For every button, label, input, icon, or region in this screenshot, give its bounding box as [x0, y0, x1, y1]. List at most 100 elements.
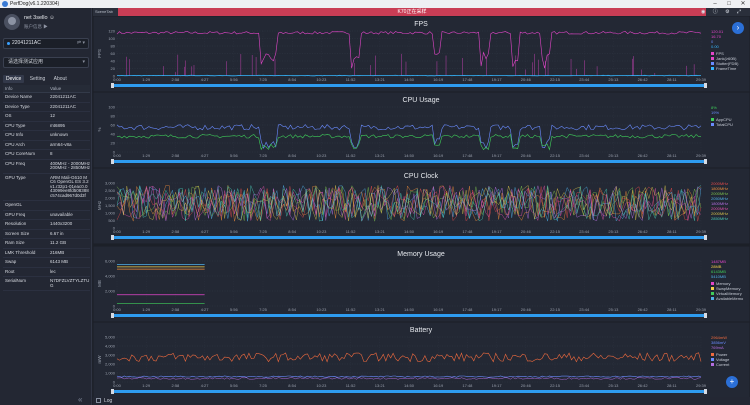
- add-marker-button[interactable]: +: [726, 376, 738, 388]
- y-tick-label: 2,500: [105, 188, 116, 193]
- info-key: Device Type: [5, 103, 30, 109]
- time-range-slider[interactable]: [113, 390, 705, 393]
- range-handle-left[interactable]: [111, 389, 114, 394]
- range-handle-left[interactable]: [111, 313, 114, 318]
- bottom-bar: Log: [93, 397, 750, 405]
- x-tick-label: 16:19: [433, 77, 444, 82]
- x-tick-label: 23:44: [579, 153, 590, 158]
- tab-device[interactable]: Device: [3, 75, 25, 83]
- info-value: 6143 MB: [50, 259, 69, 264]
- x-tick-label: 17:48: [462, 229, 473, 234]
- collapse-sidebar-icon[interactable]: «: [78, 395, 82, 404]
- log-checkbox[interactable]: [96, 398, 101, 403]
- close-button[interactable]: ✕: [736, 0, 750, 8]
- y-tick-label: 4,000: [105, 344, 116, 349]
- maximize-button[interactable]: □: [722, 0, 736, 8]
- info-header-key: Info: [5, 86, 13, 91]
- window-titlebar: PerfDog(v6.1.220304) – □ ✕: [0, 0, 750, 8]
- info-key: OpenGL: [5, 202, 23, 207]
- scene-tab[interactable]: SceneTab: [95, 8, 113, 16]
- y-tick-label: 6,000: [105, 259, 116, 264]
- x-tick-label: 28:11: [667, 153, 677, 158]
- range-handle-left[interactable]: [111, 83, 114, 88]
- info-row: Device Name 22041211AC: [3, 93, 90, 103]
- y-tick-label: 120: [108, 29, 115, 34]
- app-select[interactable]: 请选择测试应用 ▾: [3, 57, 89, 68]
- y-axis-label: %: [97, 127, 102, 131]
- window-title: PerfDog(v6.1.220304): [10, 1, 60, 7]
- time-range-slider[interactable]: [113, 314, 705, 317]
- info-value: 11.2 GB: [50, 240, 67, 245]
- time-range-slider[interactable]: [113, 84, 705, 87]
- x-tick-label: 0:00: [113, 383, 122, 388]
- legend-swatch: [711, 118, 714, 121]
- legend-label[interactable]: FrameTime: [716, 66, 737, 71]
- x-tick-label: 23:44: [579, 77, 590, 82]
- legend-swatch: [711, 123, 714, 126]
- legend-label[interactable]: AvailableMemo: [716, 296, 744, 301]
- info-value: 22041211AC: [50, 94, 76, 99]
- range-handle-right[interactable]: [704, 235, 707, 240]
- y-tick-label: 2,000: [105, 362, 116, 367]
- x-tick-label: 11:52: [346, 153, 356, 158]
- legend-label[interactable]: TotalCPU: [716, 122, 733, 127]
- x-tick-label: 20:46: [521, 229, 532, 234]
- info-key: Resolution: [5, 221, 27, 226]
- info-value: ARM Mali-G610 MC6 OpenGL ES 3.2 v1.r32p1…: [50, 174, 89, 198]
- x-tick-label: 10:23: [316, 153, 327, 158]
- x-tick-label: 17:48: [462, 153, 473, 158]
- toolbar-icons[interactable]: ◉ ⓘ ⚙ ⤢: [701, 8, 744, 16]
- avatar[interactable]: [4, 14, 20, 30]
- account-info-link[interactable]: 账户信息 ▶: [24, 24, 48, 30]
- range-handle-left[interactable]: [111, 159, 114, 164]
- info-value: N7DFZLVZTYLZTUG: [50, 278, 90, 288]
- range-handle-right[interactable]: [704, 83, 707, 88]
- tab-about[interactable]: About: [51, 75, 70, 83]
- info-key: SerialNum: [5, 278, 27, 283]
- device-select[interactable]: 22041211AC ⇌ ▾: [3, 38, 89, 49]
- time-range-slider[interactable]: [113, 160, 705, 163]
- info-row: LMK Threshold 216MB: [3, 249, 90, 258]
- sidebar: net 3sello ☺ 账户信息 ▶ 22041211AC ⇌ ▾ 请选择测试…: [0, 8, 92, 405]
- x-tick-label: 22:15: [550, 153, 561, 158]
- y-tick-label: 60: [111, 51, 116, 56]
- time-range-slider[interactable]: [113, 236, 705, 239]
- y-tick-label: 20: [111, 141, 116, 146]
- x-tick-label: 29:39: [696, 307, 707, 312]
- legend-swatch: [711, 57, 714, 60]
- x-tick-label: 10:23: [316, 77, 327, 82]
- chart-title: CPU Usage: [403, 97, 440, 104]
- info-value: unknown: [50, 132, 69, 137]
- x-tick-label: 19:17: [492, 229, 503, 234]
- y-tick-label: 60: [111, 123, 116, 128]
- x-tick-label: 0:00: [113, 153, 122, 158]
- x-tick-label: 17:48: [462, 307, 473, 312]
- x-tick-label: 16:19: [433, 307, 444, 312]
- legend-swatch: [711, 358, 714, 361]
- x-tick-label: 25:13: [608, 229, 619, 234]
- device-select-icons[interactable]: ⇌ ▾: [77, 39, 85, 48]
- x-tick-label: 19:17: [492, 77, 503, 82]
- legend-label[interactable]: Current: [716, 362, 730, 367]
- range-handle-right[interactable]: [704, 159, 707, 164]
- side-panel-arrow-icon[interactable]: ›: [732, 22, 744, 34]
- user-panel[interactable]: net 3sello ☺ 账户信息 ▶: [4, 12, 90, 32]
- x-tick-label: 7:25: [259, 307, 268, 312]
- minimize-button[interactable]: –: [708, 0, 722, 8]
- info-row: Resolution 1440x3200: [3, 220, 90, 230]
- x-tick-label: 29:39: [696, 229, 707, 234]
- x-tick-label: 5:56: [230, 153, 239, 158]
- tab-setting[interactable]: Setting: [27, 75, 49, 83]
- x-tick-label: 28:11: [667, 383, 677, 388]
- range-handle-right[interactable]: [704, 313, 707, 318]
- x-tick-label: 22:15: [550, 229, 561, 234]
- x-tick-label: 0:00: [113, 307, 122, 312]
- info-value: 1440x3200: [50, 221, 73, 226]
- legend-swatch: [711, 292, 714, 295]
- x-tick-label: 22:15: [550, 307, 561, 312]
- x-tick-label: 2:58: [172, 383, 181, 388]
- range-handle-left[interactable]: [111, 235, 114, 240]
- x-tick-label: 13:21: [375, 383, 386, 388]
- range-handle-right[interactable]: [704, 389, 707, 394]
- info-row: Root lec: [3, 268, 90, 277]
